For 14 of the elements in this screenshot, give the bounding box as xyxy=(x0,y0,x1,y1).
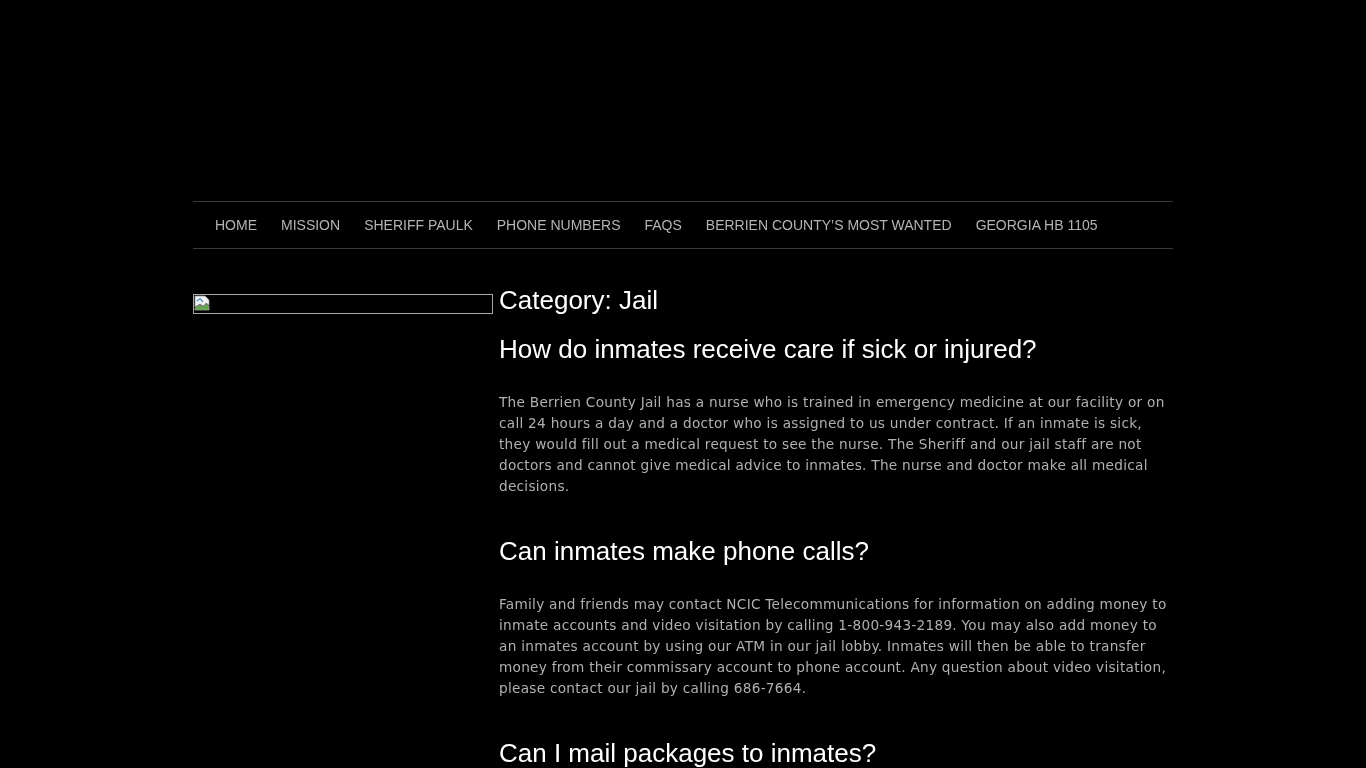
nav-link[interactable]: BERRIEN COUNTY’S MOST WANTED xyxy=(693,216,964,234)
broken-image-icon xyxy=(194,295,210,311)
nav-link[interactable]: MISSION xyxy=(269,216,353,234)
post-text: Family and friends may contact NCIC Telecommunications for information on adding money to inmate accounts and video visitation by calling 1-800-943-2189. You may also add money to an inmates account by using our ATM in our jail lobby. Inmates will then be able to transfer money from their commissary account to phone account. Any question about video visitation, please contact our jail by calling 686-7664. xyxy=(499,595,1168,698)
post-title: Can I mail packages to inmates? xyxy=(499,739,878,767)
nav-link[interactable]: PHONE NUMBERS xyxy=(484,216,633,234)
nav-link[interactable]: SHERIFF PAULK xyxy=(352,216,485,234)
nav-link[interactable]: HOME xyxy=(203,216,269,234)
post-title: How do inmates receive care if sick or injured? xyxy=(499,335,1038,363)
nav-link[interactable]: GEORGIA HB 1105 xyxy=(963,216,1110,234)
nav-link[interactable]: FAQS xyxy=(632,216,694,234)
post-text: The Berrien County Jail has a nurse who is trained in emergency medicine at our facility or on call 24 hours a day and a doctor who is assigned to us under contract. If an inmate is sick, they would fill out a medical request to see the nurse. The Sheriff and our jail staff are not doctors and cannot give medical advice to inmates. The nurse and doctor make all medical decisions. xyxy=(499,393,1166,496)
post-title: Can inmates make phone calls? xyxy=(499,537,870,565)
page-title: Category: Jail xyxy=(499,285,659,315)
